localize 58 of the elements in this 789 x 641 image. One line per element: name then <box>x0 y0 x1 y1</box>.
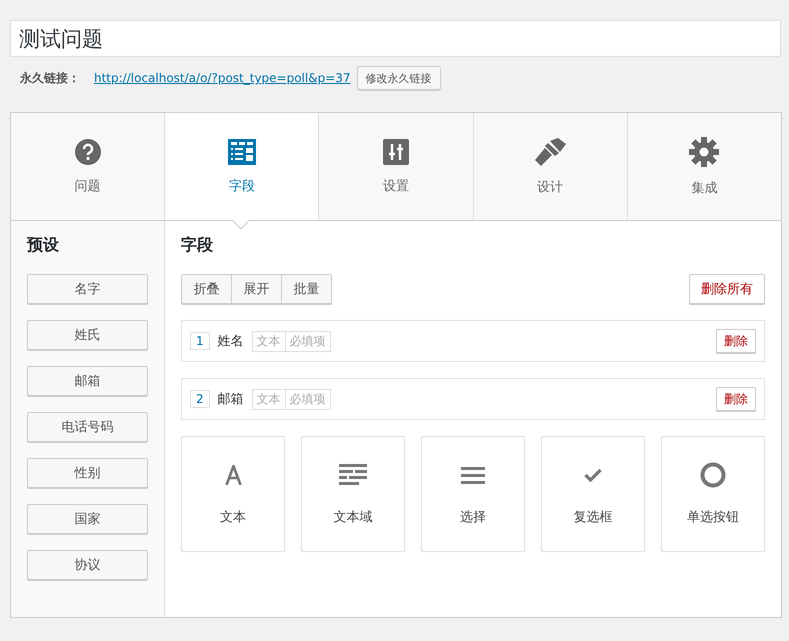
tab-label: 设计 <box>537 178 564 196</box>
letter-icon <box>224 465 242 485</box>
field-type-card[interactable]: 文本 <box>181 436 285 552</box>
tab[interactable]: 问题 <box>11 113 166 220</box>
preset-button[interactable]: 性别 <box>27 458 148 488</box>
preset-button[interactable]: 姓氏 <box>27 320 148 350</box>
table-icon <box>228 138 256 164</box>
required-tag: 必填项 <box>284 332 330 350</box>
presets-heading: 预设 <box>27 235 60 256</box>
field-type-label: 选择 <box>460 509 486 526</box>
field-name: 邮箱 <box>218 391 244 408</box>
field-type-label: 文本 <box>220 509 246 526</box>
paragraph-icon <box>339 464 367 486</box>
field-type-tag: 文本 <box>252 332 285 350</box>
circle-icon <box>700 462 726 488</box>
brush-icon <box>534 138 566 166</box>
field-type-label: 复选框 <box>574 509 612 526</box>
field-type-label: 文本域 <box>334 509 372 526</box>
field-number: 1 <box>190 332 210 350</box>
field-type-card[interactable]: 文本域 <box>301 436 405 552</box>
sliders-icon <box>383 138 409 164</box>
field-type-card[interactable]: 复选框 <box>541 436 645 552</box>
preset-button[interactable]: 邮箱 <box>27 366 148 396</box>
action-button[interactable]: 展开 <box>231 274 282 304</box>
fields-heading: 字段 <box>181 235 214 256</box>
delete-all-button[interactable]: 删除所有 <box>689 274 765 304</box>
tab-label: 字段 <box>228 178 255 194</box>
title-field[interactable]: 测试问题 <box>10 20 781 57</box>
action-button[interactable]: 折叠 <box>181 274 232 304</box>
field-type-label: 单选按钮 <box>687 509 739 526</box>
tab[interactable]: 设计 <box>474 113 628 220</box>
field-row[interactable]: 1 姓名 文本 必填项 删除 <box>181 320 765 362</box>
tab-label: 设置 <box>383 178 409 194</box>
action-button[interactable]: 批量 <box>281 274 332 304</box>
permalink-label: 永久链接： <box>20 70 80 86</box>
field-name: 姓名 <box>218 333 244 350</box>
field-type-tag: 文本 <box>252 390 285 408</box>
preset-button[interactable]: 电话号码 <box>27 412 148 442</box>
edit-permalink-button[interactable]: 修改永久链接 <box>356 66 441 90</box>
permalink-link[interactable]: http://localhost/a/o/?post_type=poll&p=37 <box>94 71 351 85</box>
tab[interactable]: 设置 <box>319 113 474 220</box>
required-tag: 必填项 <box>284 390 330 408</box>
tab-label: 集成 <box>691 180 718 196</box>
checkmark-icon <box>584 468 602 482</box>
field-type-card[interactable]: 单选按钮 <box>661 436 765 552</box>
tab-label: 问题 <box>74 178 101 194</box>
delete-button[interactable]: 删除 <box>716 329 756 353</box>
preset-button[interactable]: 名字 <box>27 274 148 304</box>
delete-button[interactable]: 删除 <box>716 387 756 411</box>
preset-button[interactable]: 国家 <box>27 504 148 534</box>
tab[interactable]: 集成 <box>628 113 782 220</box>
preset-button[interactable]: 协议 <box>27 550 148 580</box>
field-type-card[interactable]: 选择 <box>421 436 525 552</box>
settings-icon <box>689 136 720 166</box>
help-icon <box>74 138 101 164</box>
field-row[interactable]: 2 邮箱 文本 必填项 删除 <box>181 378 765 420</box>
field-number: 2 <box>190 390 210 408</box>
list-icon <box>461 466 485 484</box>
